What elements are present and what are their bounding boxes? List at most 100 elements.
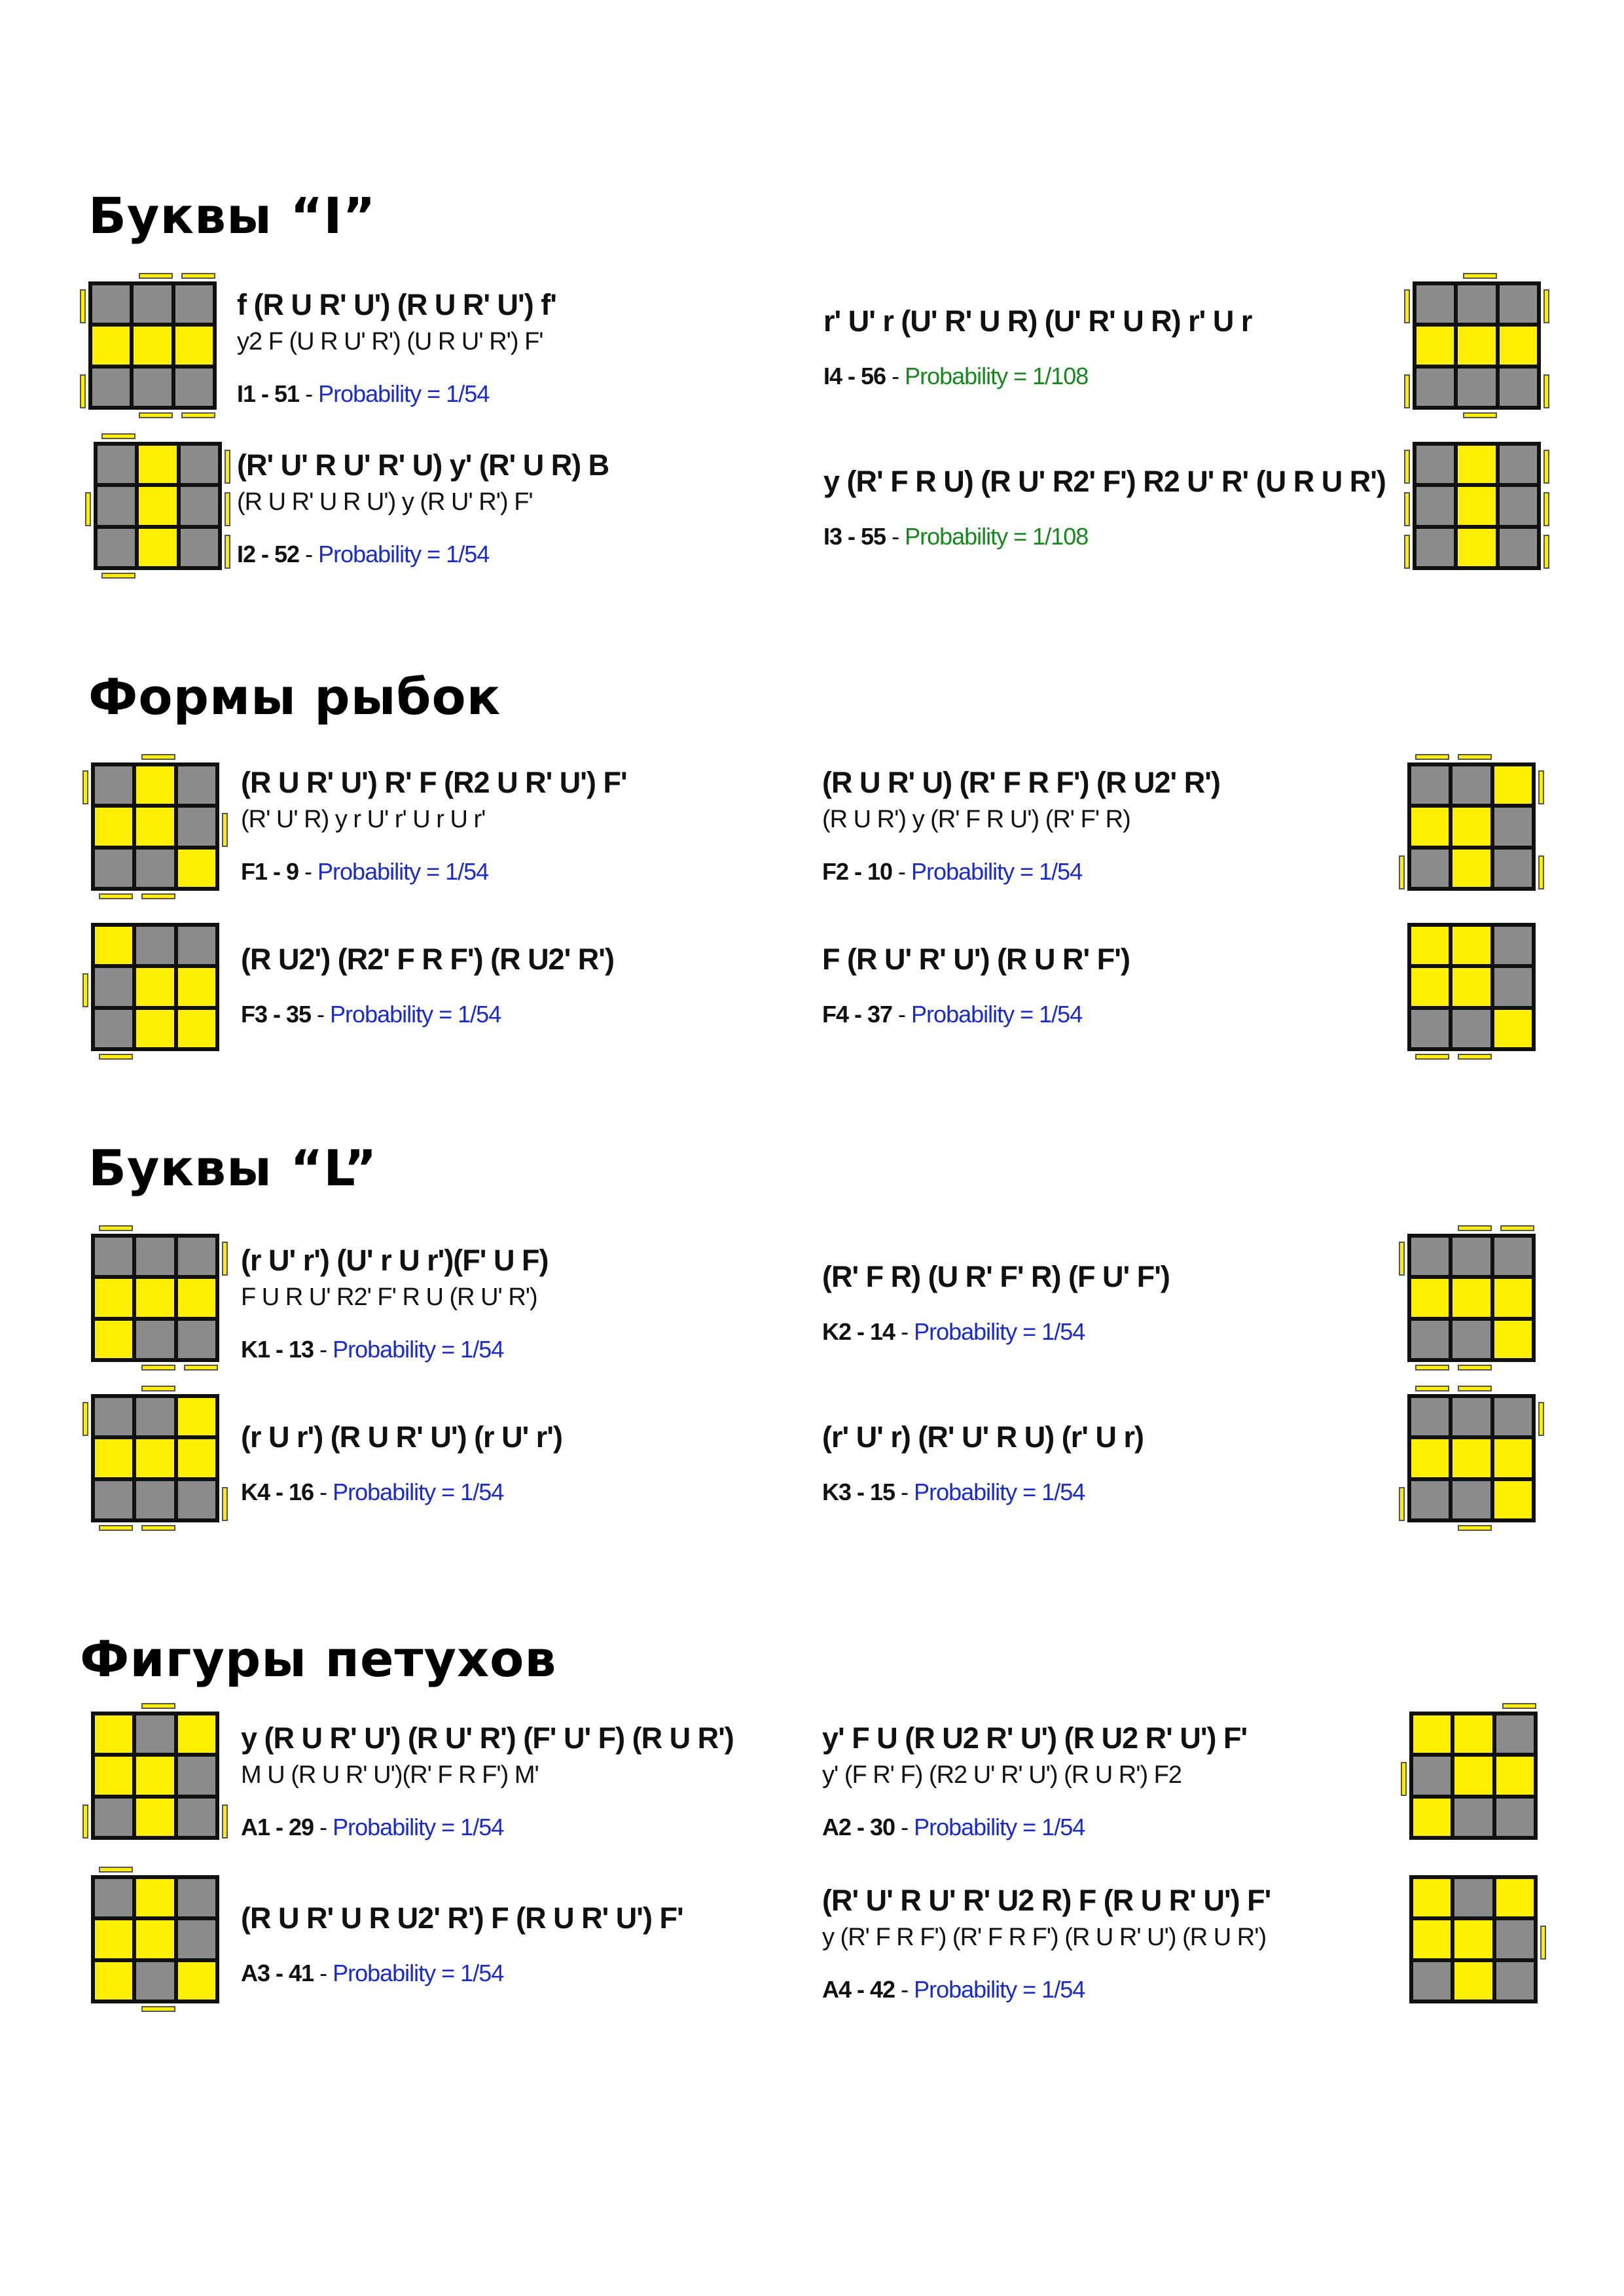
separator: - (892, 1001, 912, 1028)
separator: - (895, 1814, 914, 1840)
sticker-gray (98, 528, 135, 566)
sticker-yellow (1454, 1962, 1492, 2000)
sticker-gray (177, 1798, 215, 1836)
algorithm-main: (R U R' U) (R' F R F') (R U2' R') (822, 766, 1221, 799)
cube-diagram (1403, 432, 1579, 609)
algorithm-main: (R' F R) (U R' F' R) (F U' F') (822, 1260, 1170, 1293)
algorithm-main: (R U R' U R U2' R') F (R U R' U') F' (241, 1901, 684, 1935)
separator: - (895, 1976, 914, 2003)
side-sticker-left (1404, 492, 1410, 527)
separator: - (886, 523, 905, 550)
algorithm-main: (r U' r') (U' r U r')(F' U F) (241, 1244, 549, 1277)
top-face-grid (91, 1234, 219, 1362)
probability: Probability = 1/54 (914, 1479, 1085, 1505)
sticker-yellow (1458, 528, 1496, 566)
sticker-gray (1494, 927, 1532, 965)
side-sticker-right (1538, 770, 1544, 805)
case-id: K3 - 15 (822, 1479, 895, 1505)
side-sticker-right (225, 534, 230, 569)
sticker-yellow (177, 849, 215, 887)
side-sticker-top (1500, 1225, 1534, 1231)
probability: Probability = 1/54 (333, 1960, 504, 1986)
sticker-gray (1454, 1879, 1492, 1917)
sticker-yellow (136, 1439, 174, 1477)
sticker-gray (1494, 968, 1532, 1006)
side-sticker-left (1404, 289, 1410, 324)
side-sticker-bottom (183, 1365, 218, 1371)
sticker-yellow (1458, 327, 1496, 365)
sticker-gray (177, 766, 215, 804)
sticker-gray (177, 1320, 215, 1358)
probability: Probability = 1/54 (333, 1814, 504, 1840)
top-face-grid (91, 762, 219, 891)
case-id: F3 - 35 (241, 1001, 312, 1028)
side-sticker-bottom (1415, 1054, 1450, 1060)
case-meta: A1 - 29 - Probability = 1/54 (241, 1813, 504, 1842)
cube-diagram (84, 432, 261, 609)
side-sticker-left (1404, 450, 1410, 484)
sticker-yellow (1416, 327, 1454, 365)
sticker-yellow (1413, 1920, 1451, 1958)
side-sticker-bottom (141, 893, 176, 899)
sticker-yellow (1494, 1439, 1532, 1477)
case-id: K1 - 13 (241, 1336, 314, 1363)
side-sticker-bottom (141, 1365, 176, 1371)
side-sticker-right (222, 1486, 228, 1521)
algorithm-alt: (R' U' R) y r U' r' U r U r' (241, 806, 486, 833)
case-id: I3 - 55 (823, 523, 886, 550)
side-sticker-right (1543, 450, 1549, 484)
sticker-gray (136, 1962, 174, 2000)
sticker-gray (180, 487, 218, 525)
sticker-gray (98, 487, 135, 525)
cube-diagram (1398, 1224, 1574, 1401)
sticker-yellow (134, 327, 171, 365)
probability: Probability = 1/54 (317, 858, 489, 885)
cube-diagram (1398, 913, 1574, 1090)
sticker-yellow (1494, 1320, 1532, 1358)
sticker-yellow (136, 808, 174, 846)
algorithm-alt: F U R U' R2' F' R U (R U' R') (241, 1283, 538, 1311)
side-sticker-top (141, 1703, 176, 1709)
sticker-gray (136, 1398, 174, 1436)
sticker-yellow (92, 327, 130, 365)
case-meta: K1 - 13 - Probability = 1/54 (241, 1335, 504, 1364)
sticker-yellow (95, 1757, 133, 1795)
sticker-gray (1416, 285, 1454, 323)
side-sticker-left (85, 492, 91, 527)
top-face-grid (1407, 762, 1536, 891)
case-id: I1 - 51 (237, 380, 300, 407)
sticker-yellow (1453, 849, 1490, 887)
sticker-gray (1413, 1757, 1451, 1795)
sticker-gray (1416, 528, 1454, 566)
sticker-gray (1496, 1920, 1534, 1958)
algorithm-main: F (R U' R' U') (R U R' F') (822, 942, 1130, 976)
case-meta: I1 - 51 - Probability = 1/54 (237, 380, 490, 408)
sticker-yellow (1411, 968, 1449, 1006)
sticker-yellow (1413, 1879, 1451, 1917)
side-sticker-right (1543, 289, 1549, 324)
sticker-gray (136, 1238, 174, 1276)
sticker-yellow (1411, 1439, 1449, 1477)
sticker-gray (95, 849, 133, 887)
side-sticker-bottom (141, 1525, 176, 1531)
side-sticker-bottom (99, 1054, 134, 1060)
side-sticker-bottom (1463, 412, 1498, 418)
sticker-gray (175, 285, 213, 323)
sticker-gray (1416, 368, 1454, 406)
sticker-gray (1454, 1798, 1492, 1836)
case-meta: K2 - 14 - Probability = 1/54 (822, 1318, 1085, 1346)
side-sticker-top (181, 273, 215, 279)
sticker-yellow (136, 766, 174, 804)
probability: Probability = 1/54 (914, 1318, 1085, 1345)
sticker-yellow (1411, 1279, 1449, 1317)
sticker-gray (1494, 808, 1532, 846)
case-id: K2 - 14 (822, 1318, 895, 1345)
algorithm-main: y' F U (R U2 R' U') (R U2 R' U') F' (822, 1721, 1248, 1755)
side-sticker-right (1540, 1926, 1546, 1960)
top-face-grid (1407, 1234, 1536, 1362)
sticker-yellow (1454, 1757, 1492, 1795)
algorithm-main: y (R U R' U') (R U' R') (F' U' F) (R U R… (241, 1721, 734, 1755)
sticker-gray (1411, 1238, 1449, 1276)
algorithm-main: (r' U' r) (R' U' R U) (r' U r) (822, 1420, 1144, 1454)
sticker-gray (1411, 1480, 1449, 1518)
